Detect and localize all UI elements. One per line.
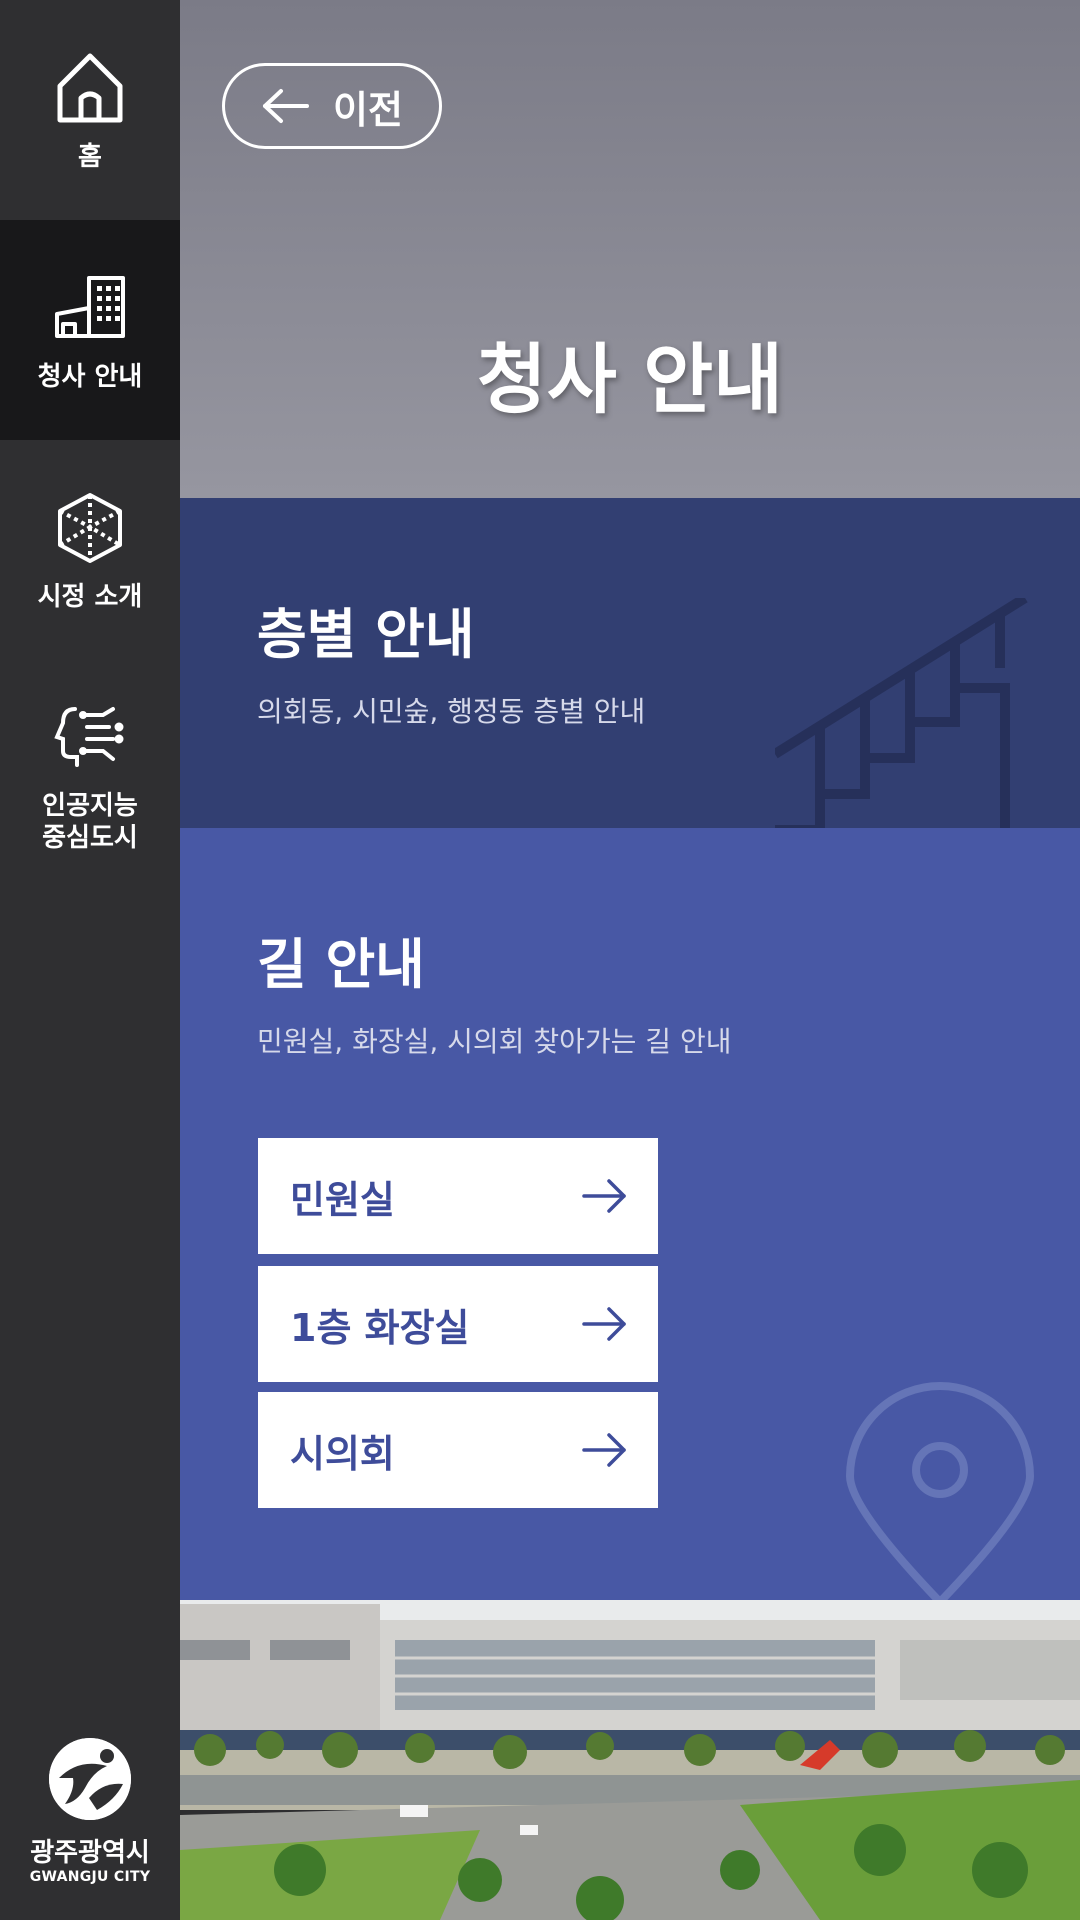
- sidebar-item-home[interactable]: 홈: [0, 0, 180, 220]
- route-button-label: 시의회: [290, 1431, 395, 1476]
- route-button-civil-office[interactable]: 민원실: [258, 1138, 658, 1254]
- route-guide-section: 길 안내 민원실, 화장실, 시의회 찾아가는 길 안내 민원실 1층 화장실 …: [180, 828, 1080, 1600]
- floor-guide-title: 층별 안내: [257, 603, 475, 666]
- page-title: 청사 안내: [476, 335, 784, 424]
- gwangju-emblem-icon: [49, 1738, 131, 1820]
- route-button-restroom[interactable]: 1층 화장실: [258, 1266, 658, 1382]
- sidebar-item-city-intro[interactable]: 시정 소개: [0, 440, 180, 660]
- sidebar-item-label: 시정 소개: [37, 581, 143, 612]
- back-button[interactable]: 이전: [222, 63, 442, 149]
- page-header: 이전 청사 안내: [180, 0, 1080, 498]
- route-guide-description: 민원실, 화장실, 시의회 찾아가는 길 안내: [257, 1025, 732, 1058]
- floor-guide-section[interactable]: 층별 안내 의회동, 시민숲, 행정동 층별 안내: [180, 498, 1080, 828]
- cube-icon: [50, 487, 130, 567]
- route-guide-title: 길 안내: [257, 933, 425, 996]
- sidebar-item-label: 인공지능 중심도시: [42, 790, 138, 854]
- sidebar-item-label: 청사 안내: [37, 361, 143, 392]
- sidebar-item-building-guide[interactable]: 청사 안내: [0, 220, 180, 440]
- sidebar-item-label: 홈: [78, 141, 102, 172]
- arrow-right-icon: [582, 1307, 626, 1341]
- logo-name: 광주광역시: [30, 1838, 150, 1868]
- home-icon: [50, 47, 130, 127]
- sidebar: 홈 청사 안내 시정 소개 인공지능 중심도시 광주광역시 GWANGJU CI…: [0, 0, 180, 1920]
- route-button-label: 민원실: [290, 1177, 395, 1222]
- logo-subtitle: GWANGJU CITY: [29, 1869, 151, 1885]
- ai-head-icon: [50, 696, 130, 776]
- arrow-right-icon: [582, 1433, 626, 1467]
- route-button-city-council[interactable]: 시의회: [258, 1392, 658, 1508]
- floor-guide-description: 의회동, 시민숲, 행정동 층별 안내: [257, 695, 646, 728]
- route-button-label: 1층 화장실: [290, 1305, 470, 1350]
- sidebar-item-ai-city[interactable]: 인공지능 중심도시: [0, 660, 180, 890]
- building-icon: [50, 267, 130, 347]
- gwangju-logo: 광주광역시 GWANGJU CITY: [0, 1738, 180, 1885]
- location-pin-icon: [845, 1382, 1035, 1600]
- city-hall-photo: [180, 1600, 1080, 1920]
- back-label: 이전: [333, 87, 403, 132]
- stairs-icon: [775, 598, 1028, 828]
- arrow-right-icon: [582, 1179, 626, 1213]
- arrow-left-icon: [261, 88, 310, 124]
